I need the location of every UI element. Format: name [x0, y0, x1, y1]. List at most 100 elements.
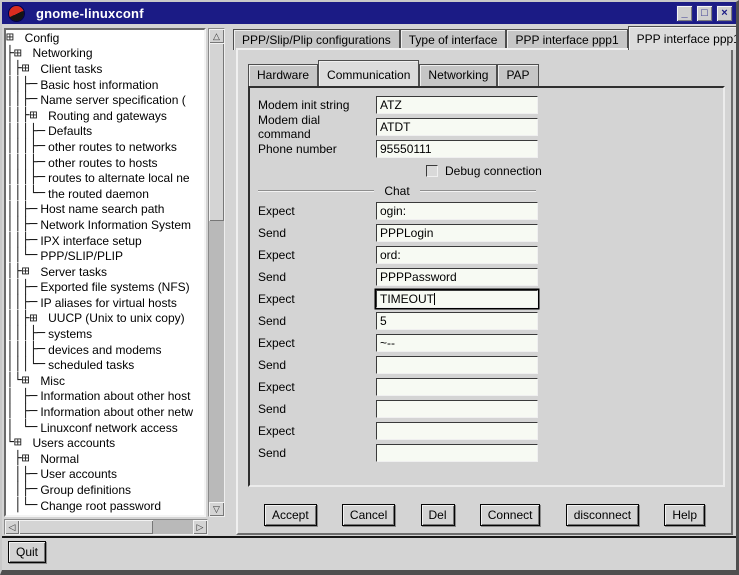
- tree-vertical-scrollbar[interactable]: △ ▽: [208, 28, 225, 517]
- tab-type-of-interface[interactable]: Type of interface: [400, 29, 507, 50]
- chat-row-input[interactable]: ord:: [376, 246, 538, 264]
- chat-row-label: Send: [258, 226, 376, 240]
- tab-ppp-interface-ppp1-active[interactable]: PPP interface ppp1: [628, 26, 739, 50]
- chat-row: Send: [250, 442, 723, 464]
- tree-item[interactable]: ⊞ Config: [6, 30, 204, 46]
- chat-row-label: Send: [258, 270, 376, 284]
- chat-row-input[interactable]: TIMEOUT: [376, 290, 538, 308]
- chat-row-input[interactable]: PPPLogin: [376, 224, 538, 242]
- chat-row-input[interactable]: [376, 422, 538, 440]
- chat-row-input[interactable]: 5: [376, 312, 538, 330]
- chat-row-input[interactable]: PPPPassword: [376, 268, 538, 286]
- tree-item-label: Misc: [37, 374, 65, 388]
- tree-branch-icon: ││├─: [6, 280, 37, 296]
- debug-connection-checkbox[interactable]: [426, 165, 438, 177]
- modem-dial-command-input[interactable]: ATDT: [376, 118, 538, 136]
- cancel-button[interactable]: Cancel: [342, 504, 395, 526]
- help-button[interactable]: Help: [664, 504, 705, 526]
- tree-item-label: Client tasks: [37, 62, 102, 76]
- connect-button[interactable]: Connect: [480, 504, 541, 526]
- tree-item[interactable]: ├⊞ Normal: [6, 451, 204, 467]
- tree-item[interactable]: │││└─ scheduled tasks: [6, 357, 204, 373]
- tab-communication[interactable]: Communication: [318, 60, 419, 86]
- chat-row-input[interactable]: [376, 356, 538, 374]
- window-title: gnome-linuxconf: [36, 6, 144, 21]
- tab-hardware[interactable]: Hardware: [248, 64, 318, 86]
- tree-item[interactable]: ││└─ PPP/SLIP/PLIP: [6, 248, 204, 264]
- tab-ppp-interface-ppp1[interactable]: PPP interface ppp1: [506, 29, 627, 50]
- vertical-scroll-thumb[interactable]: [209, 43, 224, 221]
- tree-item[interactable]: ││├⊞ Routing and gateways: [6, 108, 204, 124]
- tree-item[interactable]: ├⊞ Networking: [6, 46, 204, 62]
- tree-item[interactable]: ││├─ IP aliases for virtual hosts: [6, 295, 204, 311]
- tree-branch-icon: │├⊞: [6, 61, 37, 77]
- tree-item-label: systems: [45, 327, 92, 341]
- tree-item[interactable]: │└⊞ Misc: [6, 373, 204, 389]
- tree-item-label: IPX interface setup: [37, 234, 141, 248]
- tree-item[interactable]: │││└─ the routed daemon: [6, 186, 204, 202]
- bottom-strip: Quit: [2, 538, 736, 570]
- tree-item[interactable]: │││├─ other routes to hosts: [6, 155, 204, 171]
- tree-branch-icon: ││├─: [6, 92, 37, 108]
- tree-item-label: Name server specification (: [37, 93, 185, 107]
- tree-item[interactable]: │├⊞ Client tasks: [6, 61, 204, 77]
- chat-row-input[interactable]: ogin:: [376, 202, 538, 220]
- tree-item[interactable]: │││├─ devices and modems: [6, 342, 204, 358]
- tree-item-label: IP aliases for virtual hosts: [37, 296, 177, 310]
- modem-init-string-input[interactable]: ATZ: [376, 96, 538, 114]
- del-button[interactable]: Del: [421, 504, 455, 526]
- phone-number-input[interactable]: 95550111: [376, 140, 538, 158]
- tab-networking[interactable]: Networking: [419, 64, 497, 86]
- tree-item[interactable]: │ └─ Linuxconf network access: [6, 420, 204, 436]
- tree-item[interactable]: ││├─ IPX interface setup: [6, 233, 204, 249]
- tree-branch-icon: ⊞: [6, 30, 22, 46]
- scroll-right-icon[interactable]: ▷: [193, 520, 207, 534]
- tree-item[interactable]: │├⊞ Server tasks: [6, 264, 204, 280]
- chat-row-input[interactable]: [376, 378, 538, 396]
- tree-item[interactable]: │├─ Group definitions: [6, 482, 204, 498]
- tab-pap[interactable]: PAP: [497, 64, 538, 86]
- tree-branch-icon: │││└─: [6, 357, 45, 373]
- scroll-down-icon[interactable]: ▽: [209, 502, 224, 516]
- vertical-scroll-track[interactable]: [209, 221, 224, 502]
- chat-row: Send PPPPassword: [250, 266, 723, 288]
- tree-branch-icon: ├⊞: [6, 46, 29, 62]
- chat-row-label: Send: [258, 314, 376, 328]
- tree-item[interactable]: │││├─ Defaults: [6, 124, 204, 140]
- accept-button[interactable]: Accept: [264, 504, 317, 526]
- scroll-left-icon[interactable]: ◁: [5, 520, 19, 534]
- chat-row: Expect TIMEOUT: [250, 288, 723, 310]
- chat-row-input[interactable]: ~--: [376, 334, 538, 352]
- tree-branch-icon: │││├─: [6, 139, 45, 155]
- tree-item[interactable]: ││├─ Network Information System: [6, 217, 204, 233]
- tree-item[interactable]: ││├─ Host name search path: [6, 202, 204, 218]
- tree-item[interactable]: ││├─ Name server specification (: [6, 92, 204, 108]
- tree-item[interactable]: │├─ User accounts: [6, 467, 204, 483]
- tree-item[interactable]: │└─ Change root password: [6, 498, 204, 514]
- chat-row-value: ~--: [380, 336, 395, 350]
- tree-branch-icon: ││├─: [6, 233, 37, 249]
- tree-item-label: User accounts: [37, 467, 117, 481]
- tree-item[interactable]: │ ├─ Information about other netw: [6, 404, 204, 420]
- tab-ppp-slip-plip-configurations[interactable]: PPP/Slip/Plip configurations: [233, 29, 400, 50]
- horizontal-scroll-thumb[interactable]: [19, 520, 153, 534]
- tree-horizontal-scrollbar[interactable]: ◁ ▷: [4, 519, 208, 535]
- tree-item[interactable]: └⊞ Users accounts: [6, 435, 204, 451]
- tree-item[interactable]: │ ├─ Information about other host: [6, 389, 204, 405]
- tree-item[interactable]: ││├─ Basic host information: [6, 77, 204, 93]
- scroll-up-icon[interactable]: △: [209, 29, 224, 43]
- chat-row-input[interactable]: [376, 400, 538, 418]
- chat-row-input[interactable]: [376, 444, 538, 462]
- tree-item-label: routes to alternate local ne: [45, 171, 189, 185]
- tree-item[interactable]: │││├─ systems: [6, 326, 204, 342]
- tree-branch-icon: ├⊞: [6, 451, 37, 467]
- tree-item[interactable]: │││├─ routes to alternate local ne: [6, 170, 204, 186]
- tree-branch-icon: │└─: [6, 498, 37, 514]
- horizontal-scroll-track[interactable]: [153, 520, 193, 534]
- tree-item[interactable]: │││├─ other routes to networks: [6, 139, 204, 155]
- tree-item[interactable]: ││├⊞ UUCP (Unix to unix copy): [6, 311, 204, 327]
- quit-button[interactable]: Quit: [8, 541, 46, 563]
- disconnect-button[interactable]: disconnect: [566, 504, 639, 526]
- chat-row-label: Expect: [258, 248, 376, 262]
- tree-item[interactable]: ││├─ Exported file systems (NFS): [6, 280, 204, 296]
